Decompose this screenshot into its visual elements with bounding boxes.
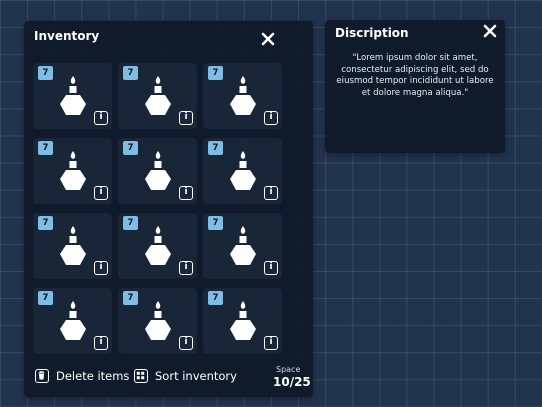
- potion-icon: [60, 76, 86, 115]
- description-panel: Discription "Lorem ipsum dolor sit amet,…: [325, 20, 505, 153]
- inventory-close-button[interactable]: [261, 32, 275, 46]
- description-title: Discription: [335, 26, 409, 40]
- inventory-title: Inventory: [34, 29, 100, 43]
- potion-icon: [145, 76, 171, 115]
- grid-icon: [134, 369, 148, 383]
- potion-icon: [145, 226, 171, 265]
- inventory-grid: 7 i 7 i 7 i 7 i 7 i 7 i 7 i 7 i 7 i 7 i …: [33, 63, 282, 354]
- trash-icon: [35, 369, 49, 383]
- inventory-slot[interactable]: 7 i: [33, 213, 112, 279]
- space-label: Space: [276, 365, 301, 374]
- item-count-badge: 7: [38, 216, 53, 230]
- item-count-badge: 7: [123, 141, 138, 155]
- info-button[interactable]: i: [94, 261, 108, 275]
- potion-icon: [145, 301, 171, 340]
- item-count-badge: 7: [208, 141, 223, 155]
- info-button[interactable]: i: [179, 261, 193, 275]
- item-count-badge: 7: [123, 291, 138, 305]
- info-button[interactable]: i: [264, 261, 278, 275]
- info-button[interactable]: i: [179, 186, 193, 200]
- potion-icon: [230, 76, 256, 115]
- item-count-badge: 7: [208, 66, 223, 80]
- inventory-slot[interactable]: 7 i: [203, 288, 282, 354]
- inventory-slot[interactable]: 7 i: [203, 213, 282, 279]
- inventory-slot[interactable]: 7 i: [118, 213, 197, 279]
- potion-icon: [230, 226, 256, 265]
- inventory-slot[interactable]: 7 i: [118, 63, 197, 129]
- inventory-slot[interactable]: 7 i: [203, 138, 282, 204]
- potion-icon: [145, 151, 171, 190]
- inventory-slot[interactable]: 7 i: [33, 63, 112, 129]
- inventory-slot[interactable]: 7 i: [118, 138, 197, 204]
- delete-items-label: Delete items: [56, 369, 130, 383]
- inventory-panel: Inventory 7 i 7 i 7 i 7 i 7 i 7 i 7 i 7 …: [24, 21, 313, 397]
- item-count-badge: 7: [38, 141, 53, 155]
- description-close-button[interactable]: [483, 24, 497, 38]
- info-button[interactable]: i: [179, 111, 193, 125]
- info-button[interactable]: i: [179, 336, 193, 350]
- potion-icon: [230, 301, 256, 340]
- close-icon: [261, 32, 275, 46]
- space-value: 10/25: [273, 375, 311, 389]
- inventory-slot[interactable]: 7 i: [33, 138, 112, 204]
- potion-icon: [60, 151, 86, 190]
- sort-inventory-button[interactable]: Sort inventory: [134, 369, 237, 383]
- description-text: "Lorem ipsum dolor sit amet, consectetur…: [336, 53, 494, 98]
- inventory-slot[interactable]: 7 i: [33, 288, 112, 354]
- item-count-badge: 7: [208, 291, 223, 305]
- inventory-slot[interactable]: 7 i: [118, 288, 197, 354]
- inventory-slot[interactable]: 7 i: [203, 63, 282, 129]
- close-icon: [483, 24, 497, 38]
- delete-items-button[interactable]: Delete items: [35, 369, 129, 383]
- potion-icon: [230, 151, 256, 190]
- potion-icon: [60, 301, 86, 340]
- info-button[interactable]: i: [264, 111, 278, 125]
- info-button[interactable]: i: [264, 336, 278, 350]
- info-button[interactable]: i: [94, 111, 108, 125]
- item-count-badge: 7: [123, 216, 138, 230]
- info-button[interactable]: i: [264, 186, 278, 200]
- item-count-badge: 7: [38, 66, 53, 80]
- potion-icon: [60, 226, 86, 265]
- item-count-badge: 7: [208, 216, 223, 230]
- info-button[interactable]: i: [94, 336, 108, 350]
- info-button[interactable]: i: [94, 186, 108, 200]
- sort-inventory-label: Sort inventory: [155, 369, 237, 383]
- item-count-badge: 7: [123, 66, 138, 80]
- item-count-badge: 7: [38, 291, 53, 305]
